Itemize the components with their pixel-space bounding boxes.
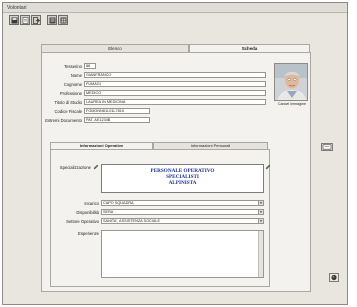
settore-value: SANITA', ASSISTENZA SOCIALE <box>103 219 160 223</box>
professione-label: Professione <box>59 91 82 96</box>
incarico-select[interactable]: CAPO SQUADRA ▾ <box>101 200 264 206</box>
codice-fiscale-label: Codice Fiscale <box>54 109 82 114</box>
incarico-label: Incarico <box>84 201 99 206</box>
card-button[interactable] <box>321 143 333 151</box>
grid-icon[interactable] <box>58 15 68 25</box>
volunteer-photo[interactable] <box>274 63 308 101</box>
incarico-value: CAPO SQUADRA <box>103 201 134 205</box>
chevron-down-icon[interactable]: ▾ <box>258 219 263 223</box>
esperienze-label: Esperienze <box>78 231 99 236</box>
disponibilita-value: SERA <box>103 210 114 214</box>
esperienze-value <box>102 232 103 236</box>
titolo-studio-label: Titolo di Studio <box>54 100 82 105</box>
settore-select[interactable]: SANITA', ASSISTENZA SOCIALE ▾ <box>101 218 264 224</box>
nome-label: Nome <box>70 73 82 78</box>
chevron-down-icon[interactable]: ▾ <box>258 210 263 214</box>
chevron-down-icon[interactable]: ▾ <box>258 201 263 205</box>
professione-field[interactable]: MEDICO <box>84 90 266 96</box>
app-window: Volontari Elenco Scheda Tesserino 88 Nom… <box>2 2 348 305</box>
specializzazione-label: Specializzazione <box>59 165 91 170</box>
exit-icon[interactable] <box>31 15 41 25</box>
edit-specializzazione-icon[interactable] <box>93 164 99 170</box>
tesserino-field[interactable]: 88 <box>84 63 96 69</box>
title-bar: Volontari <box>3 3 347 13</box>
nome-field[interactable]: GIANFRANCO <box>84 72 266 78</box>
settore-label: Settore Operativo <box>66 219 99 224</box>
operative-panel: Specializzazione PERSONALE OPERATIVO SPE… <box>50 149 271 287</box>
document-icon[interactable] <box>20 15 30 25</box>
scheda-panel: Tesserino 88 Nome GIANFRANCO Cognome FUM… <box>41 52 311 292</box>
list-icon[interactable] <box>47 15 57 25</box>
tesserino-label: Tesserino <box>64 64 82 69</box>
window-title: Volontari <box>7 5 27 11</box>
record-button[interactable] <box>329 273 339 282</box>
esperienze-scrollbar[interactable] <box>258 231 263 277</box>
spec-line-3: ALPINISTA <box>168 180 197 187</box>
specializzazione-box[interactable]: PERSONALE OPERATIVO SPECIALISTI ALPINIST… <box>101 164 264 193</box>
disponibilita-label: Disponibilità <box>76 210 99 215</box>
disponibilita-select[interactable]: SERA ▾ <box>101 209 264 215</box>
codice-fiscale-field[interactable]: FGMGNN61L01L781K <box>84 108 150 114</box>
cognome-label: Cognome <box>63 82 82 87</box>
edit-specializzazione-right-icon[interactable] <box>265 164 271 170</box>
cognome-field[interactable]: FUMAGI <box>84 81 266 87</box>
estremi-documento-label: Estremi Documento <box>45 118 82 123</box>
save-icon[interactable] <box>9 15 19 25</box>
esperienze-textarea[interactable] <box>101 230 264 278</box>
estremi-documento-field[interactable]: PAT. AE1234B <box>84 117 150 123</box>
titolo-studio-field[interactable]: LAUREA IN MEDICINA <box>84 99 266 105</box>
photo-caption[interactable]: Cancel Immagine <box>274 102 310 106</box>
